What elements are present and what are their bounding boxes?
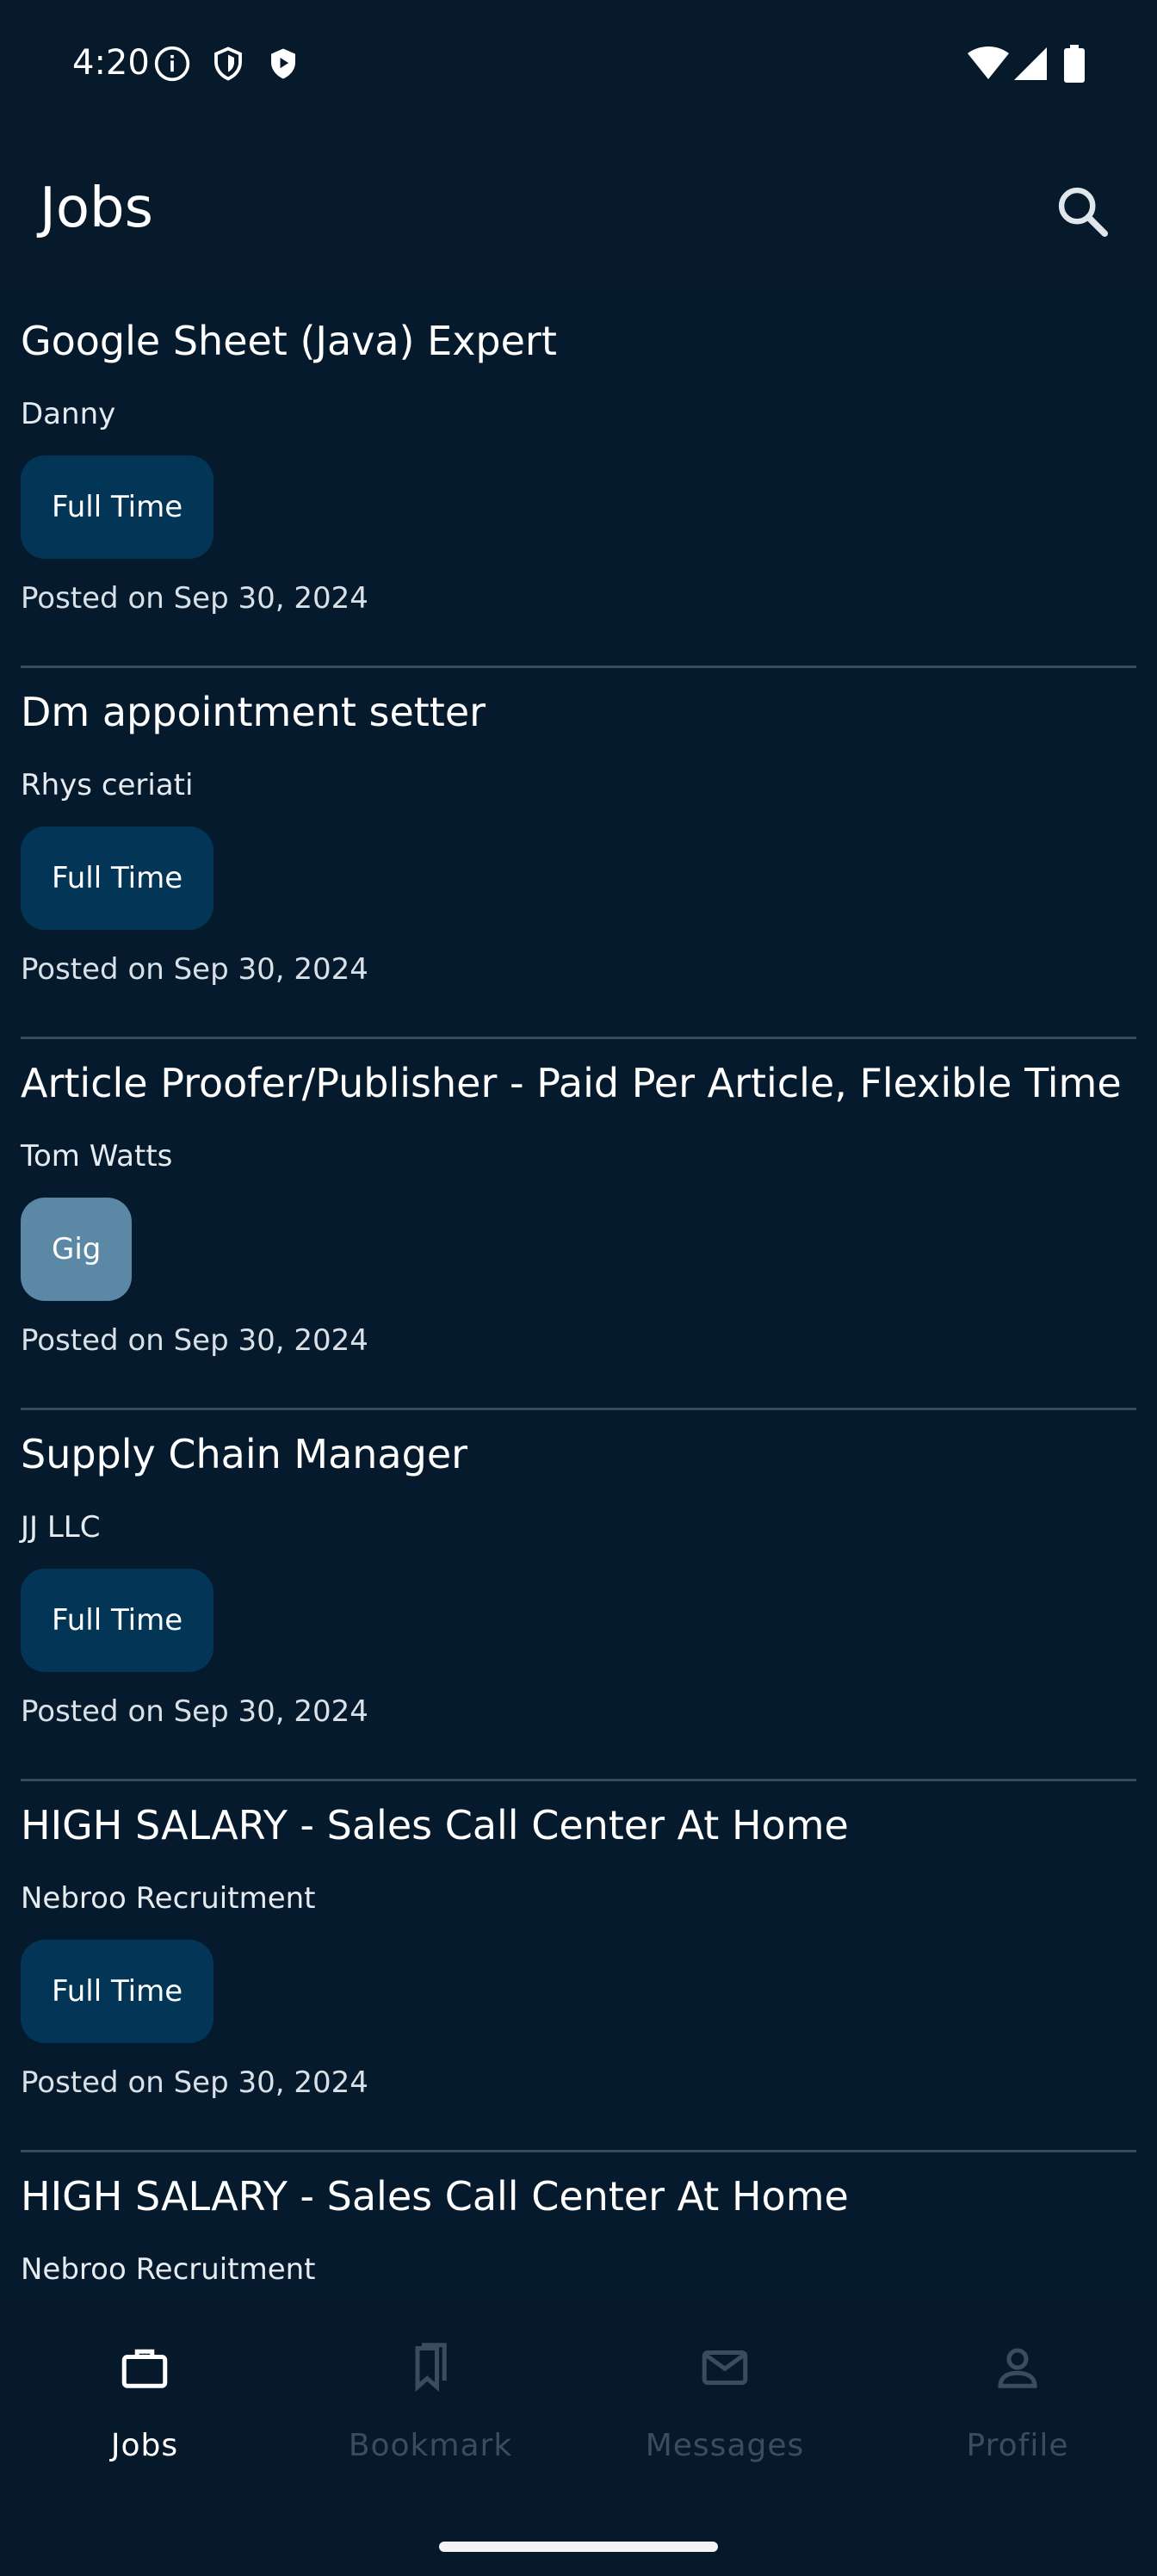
job-card[interactable]: Dm appointment setter Rhys ceriati Full … xyxy=(21,668,1136,1039)
cellular-signal-icon xyxy=(1014,47,1047,80)
job-title: Article Proofer/Publisher - Paid Per Art… xyxy=(21,1060,1122,1106)
shield-play-icon xyxy=(271,48,295,79)
job-title: HIGH SALARY - Sales Call Center At Home xyxy=(21,2173,849,2220)
job-type-chip: Full Time xyxy=(21,455,214,559)
search-button[interactable] xyxy=(1052,181,1112,241)
nav-label: Profile xyxy=(966,2428,1069,2463)
job-company: Danny xyxy=(21,397,116,431)
job-card[interactable]: Supply Chain Manager JJ LLC Full Time Po… xyxy=(21,1410,1136,1781)
job-type-chip: Gig xyxy=(21,1198,133,1301)
job-posted-date: Posted on Sep 30, 2024 xyxy=(21,1323,368,1358)
job-type-chip: Full Time xyxy=(21,827,214,930)
nav-item-messages[interactable]: Messages xyxy=(580,2342,869,2480)
job-title: Supply Chain Manager xyxy=(21,1431,468,1477)
job-card[interactable]: HIGH SALARY - Sales Call Center At Home … xyxy=(21,1781,1136,2152)
job-card[interactable]: Article Proofer/Publisher - Paid Per Art… xyxy=(21,1039,1136,1410)
search-icon xyxy=(1058,187,1109,238)
job-company: JJ LLC xyxy=(21,1510,101,1545)
wifi-icon xyxy=(968,46,1009,79)
nav-item-jobs[interactable]: Jobs xyxy=(0,2342,289,2480)
job-posted-date: Posted on Sep 30, 2024 xyxy=(21,2065,368,2100)
job-company: Rhys ceriati xyxy=(21,768,194,802)
battery-icon xyxy=(1064,45,1085,83)
job-card[interactable]: HIGH SALARY - Sales Call Center At Home … xyxy=(21,2152,1136,2303)
home-indicator[interactable] xyxy=(439,2542,718,2552)
job-type-chip: Full Time xyxy=(21,1940,214,2043)
status-time: 4:20 xyxy=(72,43,150,83)
nav-label: Messages xyxy=(645,2428,805,2463)
shield-outline-icon xyxy=(214,46,242,81)
job-company: Tom Watts xyxy=(21,1139,173,1173)
job-list[interactable]: Google Sheet (Java) Expert Danny Full Ti… xyxy=(0,297,1157,2303)
app-bar xyxy=(0,129,1157,297)
job-card[interactable]: Google Sheet (Java) Expert Danny Full Ti… xyxy=(21,297,1136,668)
bookmark-icon xyxy=(415,2343,447,2393)
nav-item-bookmark[interactable]: Bookmark xyxy=(286,2342,575,2480)
mail-icon xyxy=(702,2350,748,2385)
briefcase-icon xyxy=(121,2349,168,2388)
job-title: Dm appointment setter xyxy=(21,689,486,735)
info-icon xyxy=(154,46,190,82)
job-type-chip: Full Time xyxy=(21,1569,214,1672)
page-title: Jobs xyxy=(40,176,153,240)
nav-label: Jobs xyxy=(110,2428,179,2463)
job-company: Nebroo Recruitment xyxy=(21,1881,316,1916)
job-posted-date: Posted on Sep 30, 2024 xyxy=(21,1694,368,1729)
job-title: Google Sheet (Java) Expert xyxy=(21,318,557,364)
person-icon xyxy=(998,2348,1037,2388)
job-company: Nebroo Recruitment xyxy=(21,2252,316,2287)
nav-item-profile[interactable]: Profile xyxy=(873,2342,1157,2480)
job-title: HIGH SALARY - Sales Call Center At Home xyxy=(21,1802,849,1848)
job-posted-date: Posted on Sep 30, 2024 xyxy=(21,952,368,987)
job-posted-date: Posted on Sep 30, 2024 xyxy=(21,581,368,616)
nav-label: Bookmark xyxy=(348,2428,513,2463)
status-bar: 4:20 xyxy=(0,0,1157,129)
